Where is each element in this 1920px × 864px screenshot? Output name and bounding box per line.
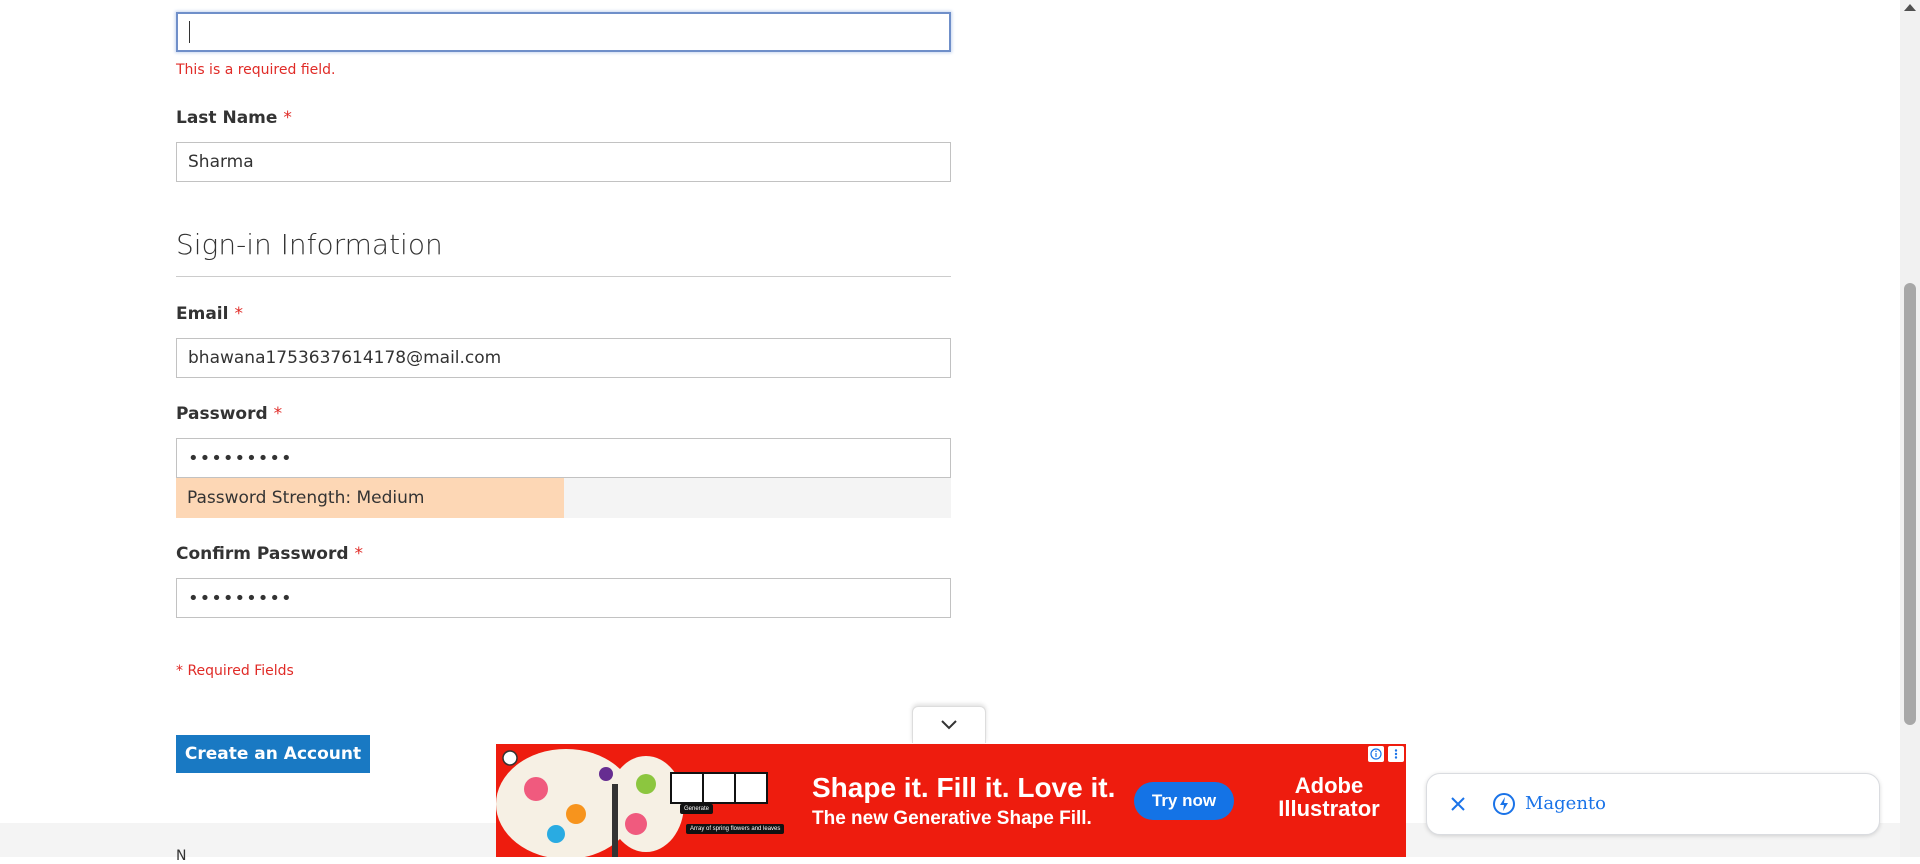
ad-brand: Adobe Illustrator: [1264, 774, 1394, 820]
create-account-button[interactable]: Create an Account: [176, 735, 370, 773]
last-name-value: Sharma: [188, 152, 254, 172]
ad-more-icon[interactable]: [1388, 746, 1404, 762]
scroll-up-icon[interactable]: [1904, 4, 1916, 11]
first-name-error: This is a required field.: [176, 62, 336, 78]
ad-subline: The new Generative Shape Fill.: [812, 808, 1092, 829]
required-star: *: [234, 304, 243, 324]
ad-try-now-button[interactable]: Try now: [1134, 782, 1234, 820]
confirm-password-label-text: Confirm Password: [176, 544, 349, 564]
email-label: Email *: [176, 304, 243, 324]
ad-thumbnail: [670, 772, 704, 804]
password-input[interactable]: •••••••••: [176, 438, 951, 478]
password-label: Password *: [176, 404, 282, 424]
ad-thumbnail: [702, 772, 736, 804]
last-name-label: Last Name *: [176, 108, 292, 128]
password-strength-label: Password Strength: Medium: [187, 488, 425, 508]
chip-label: Magento: [1525, 793, 1606, 814]
email-value: bhawana1753637614178@mail.com: [188, 348, 502, 368]
section-divider: [176, 276, 951, 277]
password-label-text: Password: [176, 404, 268, 424]
close-icon[interactable]: [1447, 793, 1469, 815]
ad-brand-line2: Illustrator: [1278, 796, 1380, 821]
ad-prompt-tag: Array of spring flowers and leaves: [686, 824, 785, 834]
last-name-label-text: Last Name: [176, 108, 278, 128]
email-label-text: Email: [176, 304, 229, 324]
ad-thumbnail: [734, 772, 768, 804]
chevron-down-icon: [941, 720, 957, 730]
password-strength-meter: Password Strength: Medium: [176, 478, 951, 518]
page: This is a required field. Last Name * Sha…: [0, 0, 1900, 864]
required-fields-note: * Required Fields: [176, 663, 294, 679]
section-title: Sign-in Information: [176, 228, 443, 261]
confirm-password-label: Confirm Password *: [176, 544, 363, 564]
ad-banner[interactable]: Generate Array of spring flowers and lea…: [496, 744, 1406, 857]
ad-brand-line1: Adobe: [1294, 773, 1364, 798]
first-name-input[interactable]: [176, 12, 951, 52]
scrollbar-thumb[interactable]: [1904, 283, 1916, 725]
magento-suggestion-chip[interactable]: Magento: [1426, 773, 1880, 835]
last-name-input[interactable]: Sharma: [176, 142, 951, 182]
ad-generate-tag: Generate: [680, 804, 714, 814]
password-value: •••••••••: [188, 447, 293, 469]
confirm-password-value: •••••••••: [188, 587, 293, 609]
ad-info-icon[interactable]: [1368, 746, 1384, 762]
scrollbar[interactable]: [1900, 0, 1920, 857]
text-caret: [189, 21, 190, 43]
confirm-password-input[interactable]: •••••••••: [176, 578, 951, 618]
bolt-icon: [1493, 793, 1515, 815]
required-star: *: [283, 108, 292, 128]
required-star: *: [354, 544, 364, 564]
ad-headline: Shape it. Fill it. Love it.: [812, 772, 1116, 803]
required-star: *: [273, 404, 283, 424]
email-input[interactable]: bhawana1753637614178@mail.com: [176, 338, 951, 378]
footer-partial-text: N: [176, 848, 187, 864]
ad-collapse-toggle[interactable]: [912, 706, 986, 743]
